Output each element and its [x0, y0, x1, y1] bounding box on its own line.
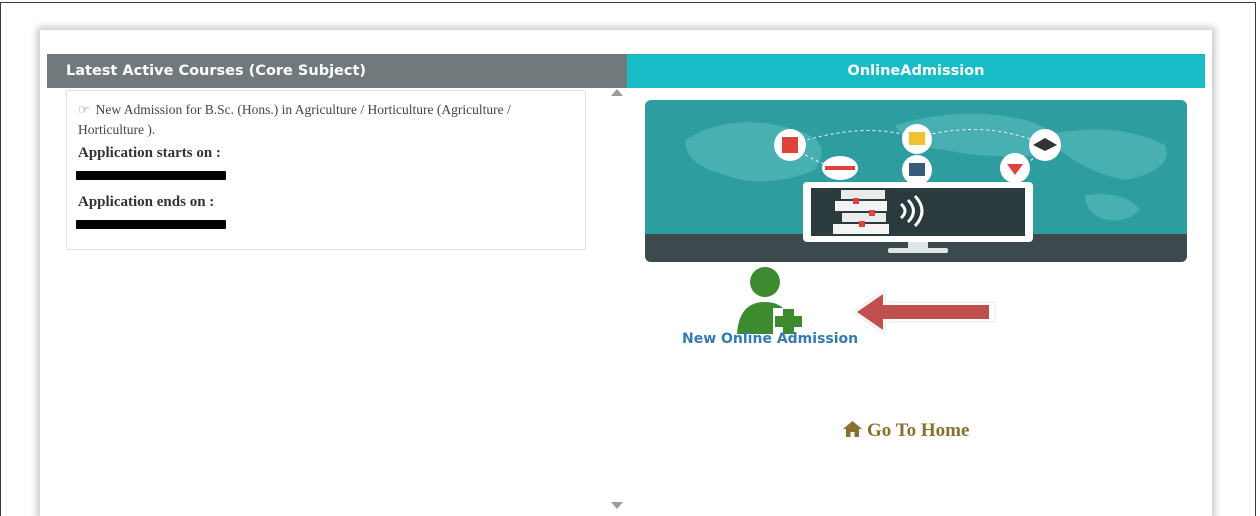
scroll-up-arrow-icon[interactable] — [611, 89, 623, 96]
application-end-date — [76, 212, 574, 238]
online-admission-panel: OnlineAdmission New Online Admission Go … — [627, 54, 1205, 516]
library-icon — [902, 155, 932, 185]
application-start-date — [76, 163, 574, 189]
sync-icon — [902, 124, 932, 154]
go-to-home-label: Go To Home — [867, 420, 970, 441]
download-icon — [1000, 153, 1030, 183]
graduation-cap-icon — [1029, 129, 1061, 161]
courses-panel-header: Latest Active Courses (Core Subject) — [47, 54, 627, 88]
course-list-item[interactable]: ☞ New Admission for B.Sc. (Hons.) in Agri… — [66, 90, 586, 250]
book-icon — [774, 129, 806, 161]
user-add-icon[interactable] — [729, 264, 817, 334]
online-admission-header: OnlineAdmission — [627, 54, 1205, 88]
course-title-text: New Admission for B.Sc. (Hons.) in Agric… — [78, 102, 511, 137]
pointer-arrow-annotation — [852, 289, 996, 335]
new-online-admission-link[interactable]: New Online Admission — [682, 331, 858, 347]
redaction-bar — [76, 220, 226, 229]
redaction-bar — [76, 171, 226, 180]
application-start-label: Application starts on : — [78, 145, 221, 161]
online-education-banner — [645, 100, 1187, 262]
hand-pointing-right-icon: ☞ — [78, 102, 90, 117]
scroll-down-arrow-icon[interactable] — [611, 502, 623, 509]
home-icon — [843, 421, 862, 437]
go-to-home-link[interactable]: Go To Home — [843, 420, 969, 442]
course-title[interactable]: ☞ New Admission for B.Sc. (Hons.) in Agri… — [78, 100, 574, 140]
admission-card: Latest Active Courses (Core Subject) ☞ Ne… — [40, 30, 1212, 516]
notebook-icon — [822, 156, 858, 180]
courses-panel: Latest Active Courses (Core Subject) ☞ Ne… — [47, 54, 627, 516]
application-end-label: Application ends on : — [78, 194, 215, 210]
